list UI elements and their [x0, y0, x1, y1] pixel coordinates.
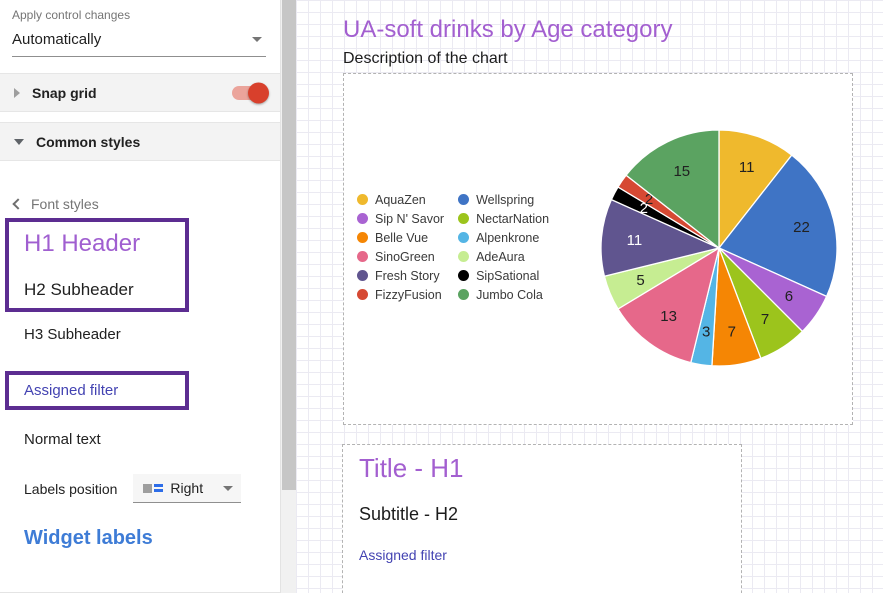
- legend-item[interactable]: FizzyFusion: [357, 285, 444, 304]
- legend-swatch: [458, 270, 469, 281]
- report-editor: Apply control changes Automatically Snap…: [0, 0, 883, 593]
- legend-label: Wellspring: [476, 193, 534, 207]
- legend-label: NectarNation: [476, 212, 549, 226]
- font-styles-back-link[interactable]: Font styles: [14, 196, 99, 212]
- labels-position-label: Labels position: [24, 481, 117, 497]
- legend-item[interactable]: AdeAura: [458, 247, 549, 266]
- snap-grid-row[interactable]: Snap grid: [0, 73, 280, 112]
- legend-item[interactable]: Alpenkrone: [458, 228, 549, 247]
- legend-swatch: [458, 194, 469, 205]
- legend-item[interactable]: Wellspring: [458, 190, 549, 209]
- legend-label: SipSational: [476, 269, 539, 283]
- style-h2-subheader[interactable]: H2 Subheader: [24, 280, 185, 300]
- legend-swatch: [458, 289, 469, 300]
- pie-slice-label: 7: [728, 324, 736, 341]
- legend-label: Sip N' Savor: [375, 212, 444, 226]
- pie-slice-label: 11: [627, 232, 643, 249]
- legend-label: Jumbo Cola: [476, 288, 543, 302]
- labels-position-select[interactable]: Right: [133, 474, 241, 503]
- apply-control-section: Apply control changes Automatically: [12, 8, 266, 57]
- apply-control-select[interactable]: Automatically: [12, 29, 266, 57]
- legend-item[interactable]: Sip N' Savor: [357, 209, 444, 228]
- legend-item[interactable]: Fresh Story: [357, 266, 444, 285]
- font-styles-label: Font styles: [31, 196, 99, 212]
- pie-chart-widget[interactable]: 11226773135112215 AquaZenSip N' SavorBel…: [343, 73, 853, 425]
- common-styles-row[interactable]: Common styles: [0, 122, 280, 161]
- style-h1-header[interactable]: H1 Header: [24, 230, 185, 258]
- legend-label: AdeAura: [476, 250, 525, 264]
- legend-item[interactable]: SinoGreen: [357, 247, 444, 266]
- pie-slice-label: 13: [660, 308, 677, 325]
- pie-slice-label: 22: [793, 219, 810, 236]
- legend-swatch: [357, 270, 368, 281]
- text-widget[interactable]: Title - H1 Subtitle - H2 Assigned filter: [342, 444, 742, 593]
- common-styles-label: Common styles: [36, 134, 140, 150]
- legend-label: Belle Vue: [375, 231, 428, 245]
- pie-slice-label: 15: [673, 163, 690, 180]
- toggle-knob: [248, 82, 269, 103]
- report-canvas[interactable]: UA-soft drinks by Age category Descripti…: [296, 0, 883, 593]
- legend-item[interactable]: Jumbo Cola: [458, 285, 549, 304]
- style-assigned-filter[interactable]: Assigned filter: [24, 382, 185, 399]
- widget-labels-heading: Widget labels: [24, 527, 153, 550]
- pie-slice-label: 7: [761, 311, 769, 328]
- pie-slice-label: 6: [785, 288, 793, 305]
- legend-swatch: [458, 251, 469, 262]
- assigned-filter-highlight-box: Assigned filter: [5, 371, 189, 410]
- pie-slice-label: 11: [739, 159, 755, 176]
- legend-swatch: [458, 213, 469, 224]
- legend-swatch: [357, 213, 368, 224]
- legend-swatch: [357, 289, 368, 300]
- chart-widget-title: UA-soft drinks by Age category: [343, 16, 672, 44]
- legend-item[interactable]: AquaZen: [357, 190, 444, 209]
- text-widget-title: Title - H1: [359, 453, 464, 484]
- header-styles-highlight-box: H1 Header H2 Subheader: [5, 218, 189, 312]
- sidebar-scrollbar[interactable]: [280, 0, 296, 593]
- legend-label: Fresh Story: [375, 269, 440, 283]
- legend-swatch: [357, 251, 368, 262]
- legend-item[interactable]: NectarNation: [458, 209, 549, 228]
- legend-swatch: [357, 194, 368, 205]
- text-widget-subtitle: Subtitle - H2: [359, 504, 458, 525]
- labels-position-value: Right: [170, 480, 203, 496]
- style-normal-text[interactable]: Normal text: [24, 431, 101, 448]
- legend-label: SinoGreen: [375, 250, 435, 264]
- chevron-down-icon: [14, 139, 24, 145]
- chart-legend: AquaZen Sip N' Savor Belle Vue SinoGreen Fre…: [357, 190, 549, 304]
- legend-label: Alpenkrone: [476, 231, 539, 245]
- chevron-right-icon: [14, 88, 20, 98]
- pie-slice-label: 3: [702, 324, 710, 341]
- snap-grid-toggle[interactable]: [232, 86, 266, 100]
- chevron-down-icon: [252, 37, 262, 42]
- chevron-left-icon: [12, 198, 23, 209]
- chart-widget-description: Description of the chart: [343, 50, 508, 68]
- scrollbar-thumb[interactable]: [282, 0, 296, 490]
- legend-label: FizzyFusion: [375, 288, 442, 302]
- apply-control-label: Apply control changes: [12, 8, 266, 22]
- legend-item[interactable]: SipSational: [458, 266, 549, 285]
- legend-item[interactable]: Belle Vue: [357, 228, 444, 247]
- style-sidebar: Apply control changes Automatically Snap…: [0, 0, 280, 593]
- labels-position-field: Labels position Right: [24, 474, 241, 503]
- legend-label: AquaZen: [375, 193, 426, 207]
- snap-grid-label: Snap grid: [32, 85, 97, 101]
- apply-control-value: Automatically: [12, 31, 101, 48]
- pie-slice-label: 5: [636, 272, 644, 289]
- chevron-down-icon: [223, 486, 233, 491]
- text-widget-assigned-filter[interactable]: Assigned filter: [359, 547, 447, 563]
- style-h3-subheader[interactable]: H3 Subheader: [24, 326, 121, 343]
- legend-swatch: [357, 232, 368, 243]
- label-position-icon: [143, 484, 163, 493]
- legend-swatch: [458, 232, 469, 243]
